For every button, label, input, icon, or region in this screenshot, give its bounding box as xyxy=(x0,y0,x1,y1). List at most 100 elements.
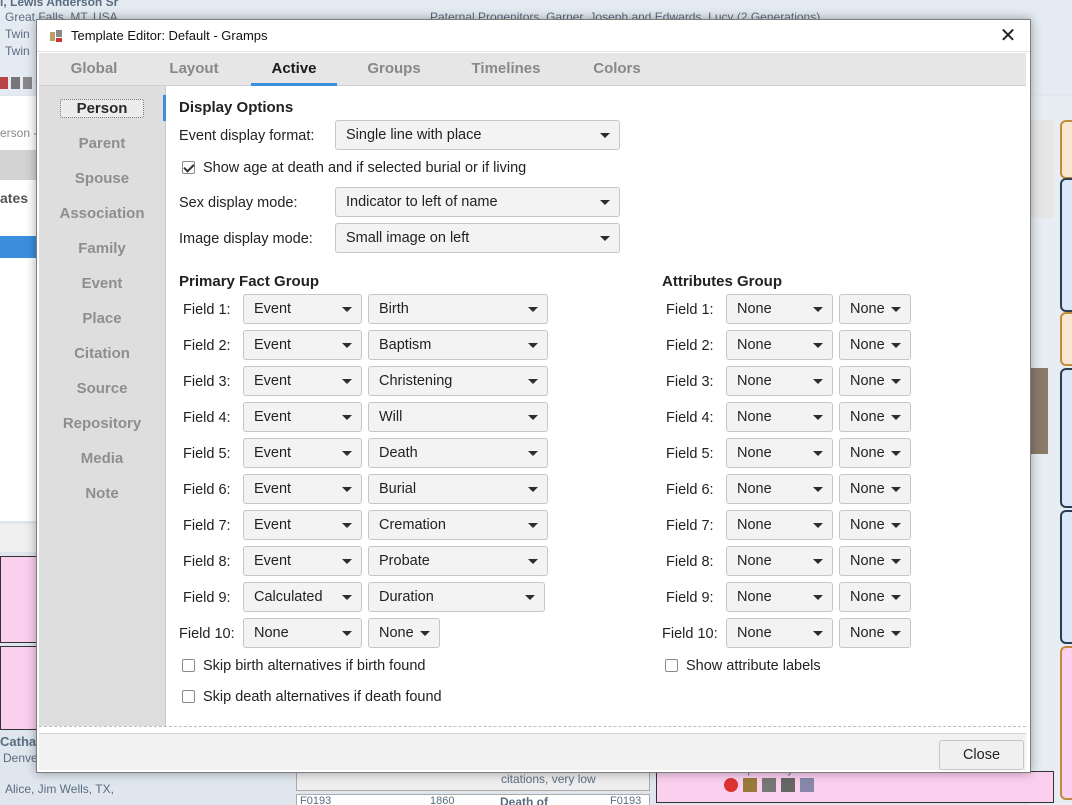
primary-field-value-dropdown[interactable]: None xyxy=(368,618,440,648)
event-format-dropdown[interactable]: Single line with place xyxy=(335,120,620,150)
show-attribute-labels-label: Show attribute labels xyxy=(686,658,821,674)
primary-field-value-dropdown[interactable]: Will xyxy=(368,402,548,432)
attribute-field-value-dropdown[interactable]: None xyxy=(839,438,911,468)
primary-field-type-dropdown[interactable]: Event xyxy=(243,510,362,540)
attribute-field-type-dropdown[interactable]: None xyxy=(726,618,833,648)
bg-dates: ates xyxy=(0,190,29,206)
close-button[interactable]: Close xyxy=(939,740,1024,770)
attribute-field-type-dropdown[interactable]: None xyxy=(726,294,833,324)
chevron-down-icon xyxy=(813,631,823,636)
primary-field-type-dropdown[interactable]: Event xyxy=(243,294,362,324)
attribute-field-value-dropdown[interactable]: None xyxy=(839,294,911,324)
sidebar-item-event[interactable]: Event xyxy=(39,273,165,295)
chevron-down-icon xyxy=(813,487,823,492)
primary-field-type-dropdown[interactable]: None xyxy=(243,618,362,648)
primary-field-value-dropdown[interactable]: Birth xyxy=(368,294,548,324)
attributes-heading: Attributes Group xyxy=(662,273,782,290)
bg-alice: Alice, Jim Wells, TX, xyxy=(5,782,114,796)
attribute-field-label: Field 10: xyxy=(662,626,718,642)
attribute-field-type-dropdown[interactable]: None xyxy=(726,402,833,432)
attribute-field-type-dropdown-value: None xyxy=(737,409,772,425)
tab-layout[interactable]: Layout xyxy=(151,53,237,85)
tab-groups[interactable]: Groups xyxy=(351,53,437,85)
skip-birth-checkbox[interactable] xyxy=(182,659,195,672)
tab-timelines[interactable]: Timelines xyxy=(459,53,553,85)
attribute-field-type-dropdown[interactable]: None xyxy=(726,510,833,540)
event-format-label: Event display format: xyxy=(179,128,315,144)
attribute-field-type-dropdown[interactable]: None xyxy=(726,582,833,612)
tab-active[interactable]: Active xyxy=(251,53,337,86)
attribute-field-value-dropdown[interactable]: None xyxy=(839,546,911,576)
bg-card-r1 xyxy=(1060,120,1072,179)
attribute-field-type-dropdown[interactable]: None xyxy=(726,474,833,504)
bg-cath: Cathar xyxy=(0,734,42,749)
attribute-field-value-dropdown[interactable]: None xyxy=(839,582,911,612)
bg-year: 1860 xyxy=(430,795,455,805)
attribute-field-label: Field 7: xyxy=(666,518,714,534)
sidebar-item-place[interactable]: Place xyxy=(39,308,165,330)
primary-field-type-dropdown[interactable]: Event xyxy=(243,438,362,468)
sidebar-item-person[interactable]: Person xyxy=(39,98,165,120)
primary-field-type-dropdown[interactable]: Event xyxy=(243,330,362,360)
attribute-field-value-dropdown[interactable]: None xyxy=(839,510,911,540)
primary-field-type-dropdown[interactable]: Event xyxy=(243,402,362,432)
primary-field-value-dropdown[interactable]: Probate xyxy=(368,546,548,576)
sidebar-item-repository[interactable]: Repository xyxy=(39,413,165,435)
tab-colors[interactable]: Colors xyxy=(574,53,660,85)
bg-pink-card-1 xyxy=(0,556,38,643)
show-attribute-labels-checkbox[interactable] xyxy=(665,659,678,672)
primary-field-value-dropdown[interactable]: Burial xyxy=(368,474,548,504)
attribute-field-type-dropdown-value: None xyxy=(737,373,772,389)
sidebar-item-note[interactable]: Note xyxy=(39,483,165,505)
attribute-field-value-dropdown-value: None xyxy=(850,409,885,425)
chevron-down-icon xyxy=(891,307,901,312)
primary-field-type-dropdown-value: Event xyxy=(254,373,292,389)
primary-field-value-dropdown[interactable]: Baptism xyxy=(368,330,548,360)
sidebar-item-association[interactable]: Association xyxy=(39,203,165,225)
primary-field-value-dropdown-value: Duration xyxy=(379,589,434,605)
primary-field-value-dropdown[interactable]: Death xyxy=(368,438,548,468)
close-icon[interactable]: ✕ xyxy=(986,20,1030,51)
bg-header-strip xyxy=(0,150,36,180)
show-age-checkbox[interactable] xyxy=(182,161,195,174)
chevron-down-icon xyxy=(528,487,538,492)
attribute-field-value-dropdown[interactable]: None xyxy=(839,402,911,432)
primary-field-type-dropdown[interactable]: Event xyxy=(243,474,362,504)
attribute-field-type-dropdown[interactable]: None xyxy=(726,330,833,360)
chevron-down-icon xyxy=(813,595,823,600)
attribute-field-type-dropdown[interactable]: None xyxy=(726,438,833,468)
tab-global[interactable]: Global xyxy=(51,53,137,85)
attribute-field-type-dropdown[interactable]: None xyxy=(726,546,833,576)
attribute-field-value-dropdown[interactable]: None xyxy=(839,618,911,648)
primary-field-value-dropdown[interactable]: Cremation xyxy=(368,510,548,540)
attribute-field-value-dropdown[interactable]: None xyxy=(839,474,911,504)
sex-mode-label: Sex display mode: xyxy=(179,195,298,211)
sidebar-item-parent[interactable]: Parent xyxy=(39,133,165,155)
primary-field-type-dropdown[interactable]: Calculated xyxy=(243,582,362,612)
sidebar-item-media[interactable]: Media xyxy=(39,448,165,470)
attribute-field-value-dropdown-value: None xyxy=(850,373,885,389)
bg-pink-card-2 xyxy=(0,646,38,730)
sex-mode-dropdown[interactable]: Indicator to left of name xyxy=(335,187,620,217)
attribute-field-value-dropdown[interactable]: None xyxy=(839,366,911,396)
primary-field-value-dropdown[interactable]: Duration xyxy=(368,582,545,612)
skip-death-checkbox[interactable] xyxy=(182,690,195,703)
chevron-down-icon xyxy=(420,631,430,636)
attribute-field-value-dropdown[interactable]: None xyxy=(839,330,911,360)
sidebar-item-source[interactable]: Source xyxy=(39,378,165,400)
sidebar-item-citation[interactable]: Citation xyxy=(39,343,165,365)
primary-field-value-dropdown[interactable]: Christening xyxy=(368,366,548,396)
image-mode-dropdown[interactable]: Small image on left xyxy=(335,223,620,253)
attribute-field-label: Field 8: xyxy=(666,554,714,570)
primary-field-type-dropdown-value: Event xyxy=(254,301,292,317)
attribute-field-type-dropdown[interactable]: None xyxy=(726,366,833,396)
primary-field-type-dropdown[interactable]: Event xyxy=(243,546,362,576)
sidebar-item-family[interactable]: Family xyxy=(39,238,165,260)
title-bar[interactable]: Template Editor: Default - Gramps ✕ xyxy=(37,20,1030,52)
chevron-down-icon xyxy=(891,451,901,456)
primary-field-label: Field 1: xyxy=(183,302,231,318)
chevron-down-icon xyxy=(528,451,538,456)
sidebar-item-spouse[interactable]: Spouse xyxy=(39,168,165,190)
primary-field-label: Field 7: xyxy=(183,518,231,534)
primary-field-type-dropdown[interactable]: Event xyxy=(243,366,362,396)
